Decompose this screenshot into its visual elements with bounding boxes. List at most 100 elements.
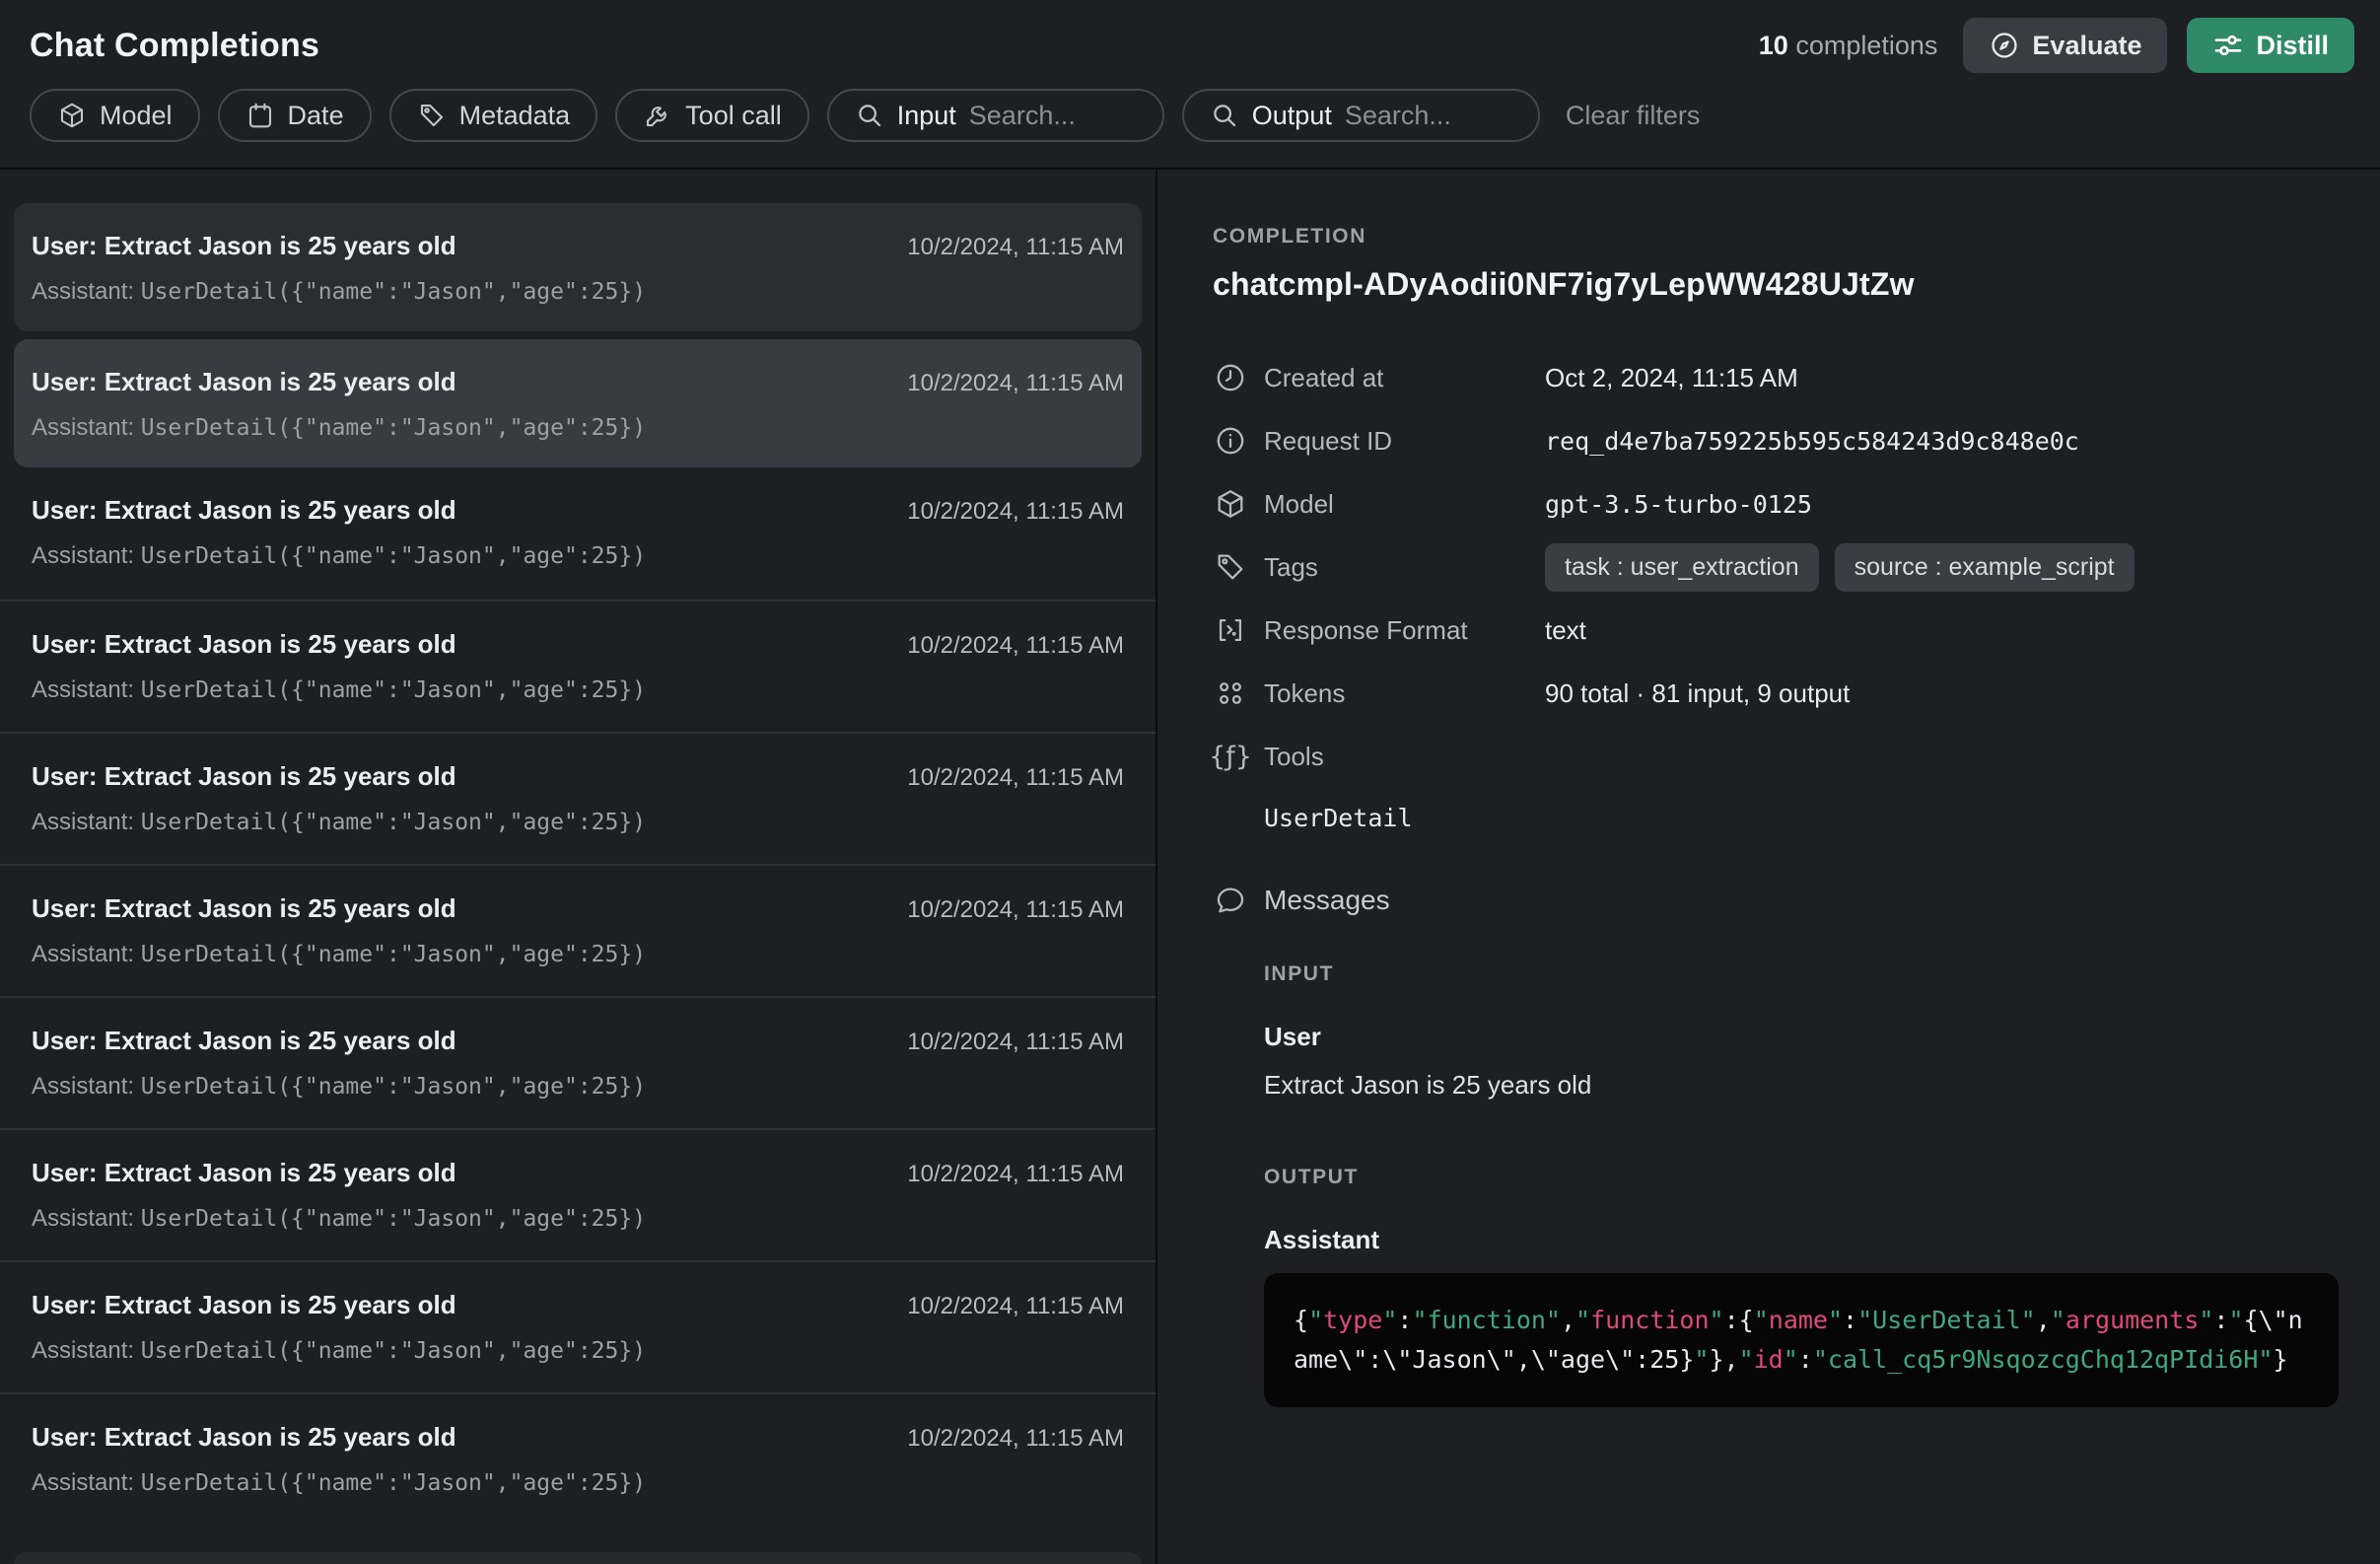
input-section-label: INPUT xyxy=(1264,962,2337,986)
item-assistant-call: UserDetail({"name":"Jason","age":25}) xyxy=(141,1074,646,1100)
item-user-text: User: Extract Jason is 25 years old xyxy=(32,495,456,526)
filter-date-label: Date xyxy=(288,101,344,131)
completion-detail-panel: COMPLETION chatcmpl-ADyAodii0NF7ig7yLepW… xyxy=(1157,170,2380,1564)
completion-list-item[interactable]: User: Extract Jason is 25 years old 10/2… xyxy=(0,1260,1155,1392)
completion-list-item[interactable]: User: Extract Jason is 25 years old 10/2… xyxy=(0,864,1155,996)
box-icon xyxy=(1213,487,1248,521)
detail-row-created-at: Created at Oct 2, 2024, 11:15 AM xyxy=(1213,346,2337,409)
item-assistant-call: UserDetail({"name":"Jason","age":25}) xyxy=(141,942,646,967)
detail-row-request-id: Request ID req_d4e7ba759225b595c584243d9… xyxy=(1213,409,2337,472)
item-timestamp: 10/2/2024, 11:15 AM xyxy=(907,1425,1124,1453)
item-timestamp: 10/2/2024, 11:15 AM xyxy=(907,1293,1124,1320)
distill-button[interactable]: Distill xyxy=(2187,18,2354,73)
filter-metadata-label: Metadata xyxy=(459,101,571,131)
wrench-icon xyxy=(643,101,672,130)
completion-list-item[interactable]: User: Extract Jason is 25 years old 10/2… xyxy=(0,600,1155,732)
completion-id: chatcmpl-ADyAodii0NF7ig7yLepWW428UJtZw xyxy=(1213,266,2337,303)
item-timestamp: 10/2/2024, 11:15 AM xyxy=(907,1029,1124,1056)
grid-dots-icon xyxy=(1213,676,1248,710)
output-role: Assistant xyxy=(1264,1225,2337,1255)
filter-model-button[interactable]: Model xyxy=(30,89,200,142)
search-icon xyxy=(1210,101,1239,130)
brackets-icon xyxy=(1213,613,1248,647)
filter-bar: Model Date Metadata Tool call xyxy=(0,83,2380,168)
filter-model-label: Model xyxy=(100,101,173,131)
completion-list-item[interactable]: User: Extract Jason is 25 years old 10/2… xyxy=(14,203,1142,331)
output-search-label: Output xyxy=(1252,101,1332,131)
calendar-icon xyxy=(245,101,275,130)
item-assistant-prefix: Assistant: xyxy=(32,1073,141,1100)
detail-rows: Created at Oct 2, 2024, 11:15 AM Request… xyxy=(1213,346,2337,832)
item-assistant-prefix: Assistant: xyxy=(32,1469,141,1496)
distill-button-label: Distill xyxy=(2256,31,2329,61)
item-assistant-call: UserDetail({"name":"Jason","age":25}) xyxy=(141,279,646,305)
info-icon xyxy=(1213,424,1248,458)
clear-filters-button[interactable]: Clear filters xyxy=(1566,101,1701,131)
filter-metadata-button[interactable]: Metadata xyxy=(389,89,598,142)
item-timestamp: 10/2/2024, 11:15 AM xyxy=(907,764,1124,792)
filter-date-button[interactable]: Date xyxy=(218,89,372,142)
header-actions: 10 completions Evaluate Distill xyxy=(1759,18,2354,73)
evaluate-button[interactable]: Evaluate xyxy=(1963,18,2167,73)
input-search-field[interactable] xyxy=(969,101,1137,131)
item-user-text: User: Extract Jason is 25 years old xyxy=(32,629,456,660)
item-user-text: User: Extract Jason is 25 years old xyxy=(32,1026,456,1056)
item-assistant-prefix: Assistant: xyxy=(32,414,141,441)
detail-row-model: Model gpt-3.5-turbo-0125 xyxy=(1213,472,2337,535)
item-timestamp: 10/2/2024, 11:15 AM xyxy=(907,1161,1124,1188)
item-assistant-prefix: Assistant: xyxy=(32,809,141,835)
item-user-text: User: Extract Jason is 25 years old xyxy=(32,1422,456,1453)
item-timestamp: 10/2/2024, 11:15 AM xyxy=(907,370,1124,397)
output-section-label: OUTPUT xyxy=(1264,1166,2337,1189)
output-search-field[interactable] xyxy=(1345,101,1512,131)
completions-count-number: 10 xyxy=(1759,31,1788,60)
item-assistant-call: UserDetail({"name":"Jason","age":25}) xyxy=(141,415,646,441)
item-timestamp: 10/2/2024, 11:15 AM xyxy=(907,632,1124,660)
input-search-filter[interactable]: Input xyxy=(827,89,1164,142)
input-search-label: Input xyxy=(897,101,956,131)
completion-list-item[interactable]: User: Extract Jason is 25 years old 10/2… xyxy=(14,339,1142,467)
item-timestamp: 10/2/2024, 11:15 AM xyxy=(907,896,1124,924)
main-content: User: Extract Jason is 25 years old 10/2… xyxy=(0,170,2380,1564)
item-assistant-prefix: Assistant: xyxy=(32,278,141,305)
item-assistant-prefix: Assistant: xyxy=(32,941,141,967)
chat-bubble-icon xyxy=(1213,884,1248,917)
item-user-text: User: Extract Jason is 25 years old xyxy=(32,231,456,261)
output-search-filter[interactable]: Output xyxy=(1182,89,1540,142)
item-assistant-call: UserDetail({"name":"Jason","age":25}) xyxy=(141,1206,646,1232)
completion-list-item[interactable]: User: Extract Jason is 25 years old 10/2… xyxy=(0,1128,1155,1260)
filter-tool-call-button[interactable]: Tool call xyxy=(615,89,809,142)
item-user-text: User: Extract Jason is 25 years old xyxy=(32,893,456,924)
detail-row-response-format: Response Format text xyxy=(1213,599,2337,662)
item-user-text: User: Extract Jason is 25 years old xyxy=(32,367,456,397)
completions-list: User: Extract Jason is 25 years old 10/2… xyxy=(0,170,1157,1564)
item-timestamp: 10/2/2024, 11:15 AM xyxy=(907,234,1124,261)
header: Chat Completions 10 completions Evaluate… xyxy=(0,0,2380,170)
box-icon xyxy=(57,101,87,130)
tag-icon xyxy=(417,101,447,130)
item-assistant-prefix: Assistant: xyxy=(32,1205,141,1232)
completion-section-label: COMPLETION xyxy=(1213,225,2337,249)
item-user-text: User: Extract Jason is 25 years old xyxy=(32,1290,456,1320)
detail-row-tokens: Tokens 90 total · 81 input, 9 output xyxy=(1213,662,2337,725)
header-title-row: Chat Completions 10 completions Evaluate… xyxy=(0,0,2380,83)
assistant-tool-call-code[interactable]: {"type":"function","function":{"name":"U… xyxy=(1264,1273,2339,1407)
completion-list-item[interactable]: User: Extract Jason is 25 years old 10/2… xyxy=(0,467,1155,600)
input-role: User xyxy=(1264,1022,2337,1052)
detail-row-tags: Tags task : user_extraction source : exa… xyxy=(1213,535,2337,599)
completions-count: 10 completions xyxy=(1759,31,1938,61)
item-assistant-call: UserDetail({"name":"Jason","age":25}) xyxy=(141,1338,646,1364)
tool-name: UserDetail xyxy=(1264,804,2337,832)
next-item-peek xyxy=(14,1552,1142,1564)
compass-icon xyxy=(1989,30,2020,61)
completion-list-item[interactable]: User: Extract Jason is 25 years old 10/2… xyxy=(0,996,1155,1128)
detail-row-tools: {ƒ} Tools xyxy=(1213,725,2337,788)
item-user-text: User: Extract Jason is 25 years old xyxy=(32,761,456,792)
item-user-text: User: Extract Jason is 25 years old xyxy=(32,1158,456,1188)
item-assistant-call: UserDetail({"name":"Jason","age":25}) xyxy=(141,1470,646,1496)
tag-chip: source : example_script xyxy=(1835,543,2135,592)
completion-list-item[interactable]: User: Extract Jason is 25 years old 10/2… xyxy=(0,1392,1155,1525)
filter-tool-call-label: Tool call xyxy=(685,101,782,131)
completion-list-item[interactable]: User: Extract Jason is 25 years old 10/2… xyxy=(0,732,1155,864)
messages-section: Messages INPUT User Extract Jason is 25 … xyxy=(1213,884,2337,1407)
